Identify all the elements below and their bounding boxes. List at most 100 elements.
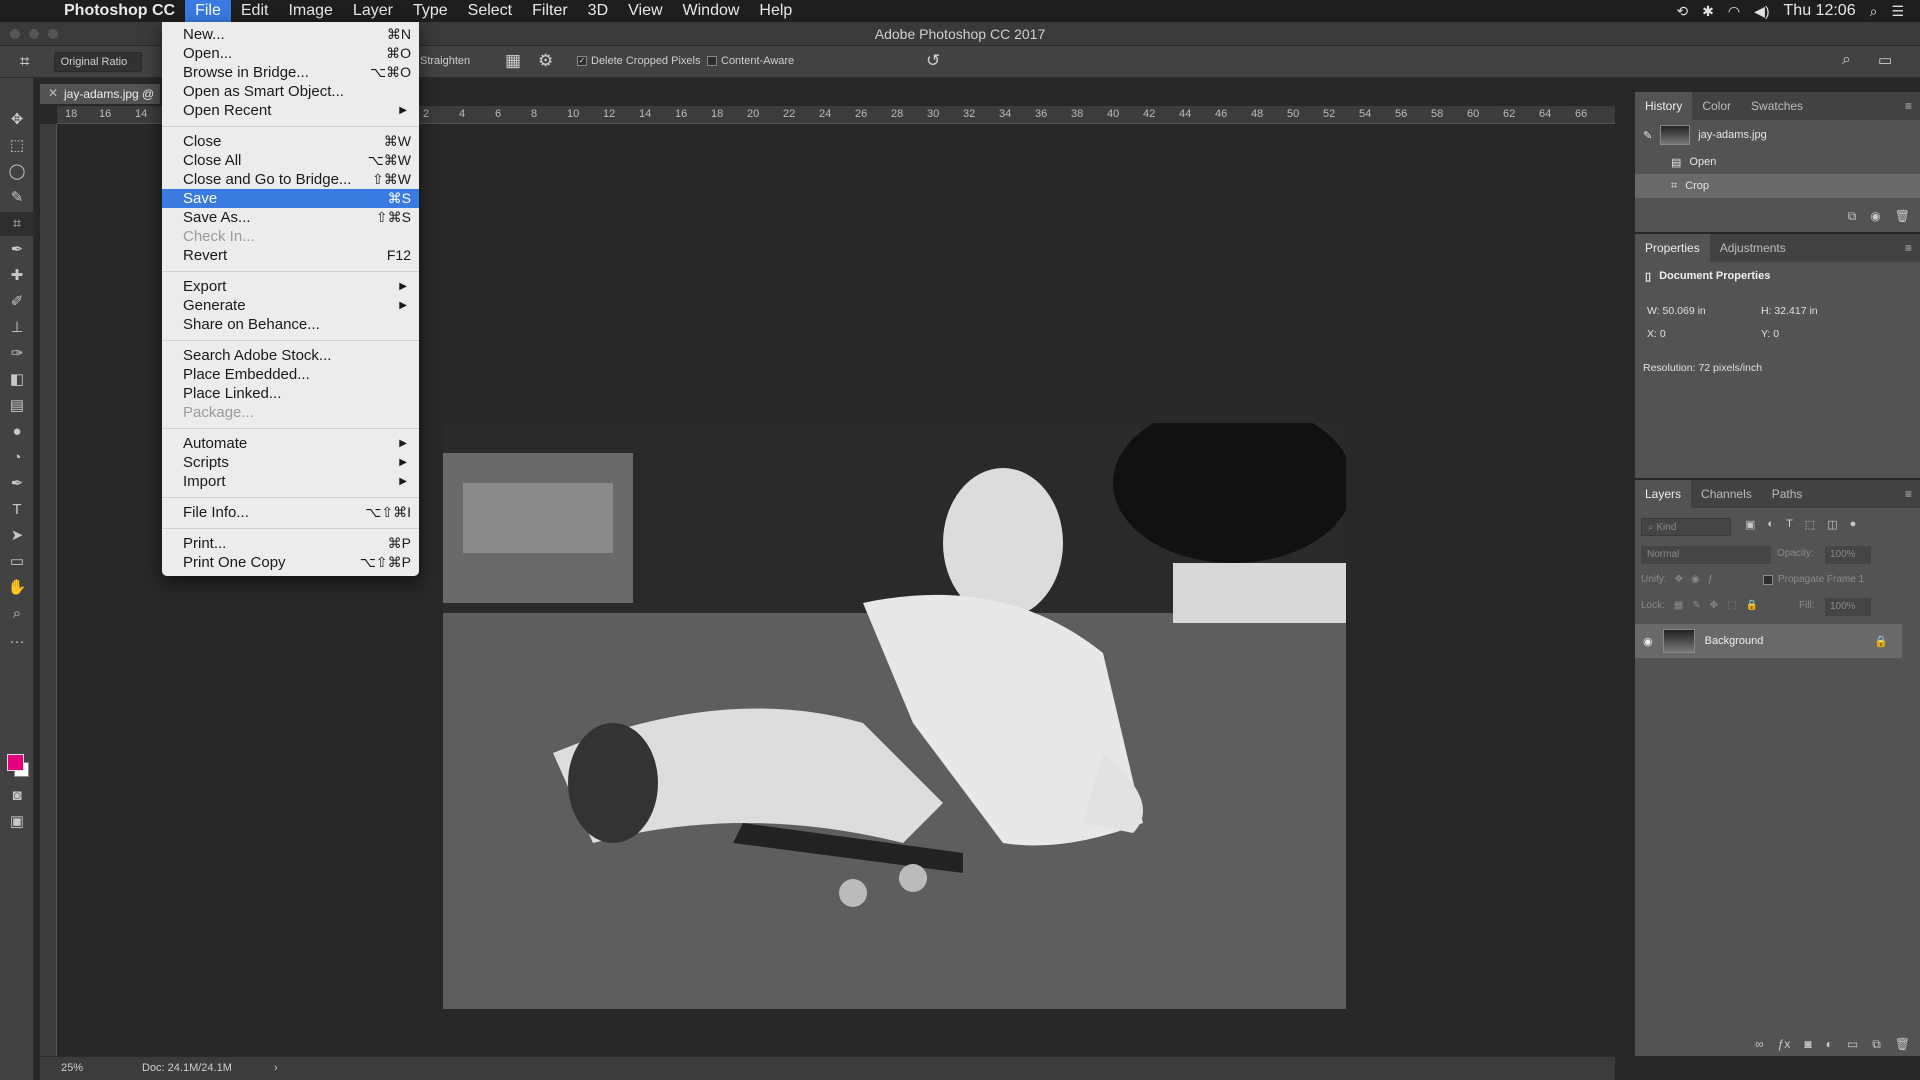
- clone-stamp-tool-icon[interactable]: ⊥: [0, 316, 34, 340]
- lock-position-icon[interactable]: ✥: [1710, 600, 1718, 611]
- history-state-open[interactable]: ▤ Open: [1635, 150, 1920, 174]
- panel-menu-icon[interactable]: ≡: [1905, 487, 1920, 501]
- document-tab[interactable]: ✕ jay-adams.jpg @: [40, 84, 160, 104]
- layer-row-background[interactable]: ◉ Background 🔒: [1635, 624, 1902, 658]
- adjustment-layer-icon[interactable]: ◐: [1826, 1037, 1833, 1052]
- adjustment-filter-icon[interactable]: ◐: [1767, 518, 1774, 531]
- new-group-icon[interactable]: ▭: [1847, 1037, 1858, 1052]
- menu-3d[interactable]: 3D: [578, 0, 618, 22]
- status-arrow-icon[interactable]: ›: [274, 1062, 278, 1074]
- blend-mode-select[interactable]: Normal: [1641, 546, 1771, 564]
- checkbox-unchecked-icon[interactable]: [707, 56, 717, 66]
- checkbox-checked-icon[interactable]: ✓: [577, 56, 587, 66]
- tab-adjustments[interactable]: Adjustments: [1710, 234, 1796, 262]
- fill-input[interactable]: 100%: [1825, 598, 1871, 616]
- unify-position-icon[interactable]: ✥: [1675, 574, 1683, 585]
- history-brush-source-icon[interactable]: ✎: [1643, 129, 1652, 142]
- file-menu-item-place-embedded[interactable]: Place Embedded...: [162, 365, 419, 384]
- path-selection-tool-icon[interactable]: ➤: [0, 524, 34, 548]
- trash-icon[interactable]: 🗑: [1895, 209, 1910, 224]
- new-layer-icon[interactable]: ⧉: [1872, 1037, 1881, 1052]
- eye-icon[interactable]: ◉: [1643, 635, 1653, 648]
- quick-selection-tool-icon[interactable]: ✎: [0, 186, 34, 210]
- layer-kind-filter[interactable]: ⌕ Kind: [1641, 518, 1731, 536]
- lock-pixels-icon[interactable]: ✎: [1692, 600, 1700, 611]
- menu-type[interactable]: Type: [403, 0, 458, 22]
- file-menu-item-automate[interactable]: Automate ▶: [162, 434, 419, 453]
- menu-help[interactable]: Help: [749, 0, 802, 22]
- camera-icon[interactable]: ◉: [1870, 209, 1880, 224]
- file-menu-item-generate[interactable]: Generate ▶: [162, 296, 419, 315]
- file-menu-item-scripts[interactable]: Scripts ▶: [162, 453, 419, 472]
- type-filter-icon[interactable]: T: [1786, 518, 1793, 531]
- file-menu-item-import[interactable]: Import ▶: [162, 472, 419, 491]
- notification-center-icon[interactable]: ☰: [1891, 3, 1904, 20]
- crop-settings-gear-icon[interactable]: ⚙: [538, 51, 553, 71]
- edit-toolbar-icon[interactable]: ···: [0, 630, 34, 654]
- overlay-grid-icon[interactable]: ▦: [505, 51, 521, 71]
- file-menu-item-export[interactable]: Export ▶: [162, 277, 419, 296]
- file-menu-item-place-linked[interactable]: Place Linked...: [162, 384, 419, 403]
- marquee-tool-icon[interactable]: ⬚: [0, 134, 34, 158]
- straighten-button[interactable]: Straighten: [420, 55, 470, 67]
- eyedropper-tool-icon[interactable]: ✒: [0, 238, 34, 262]
- crop-tool-preset-icon[interactable]: ⌗: [20, 52, 30, 72]
- panel-menu-icon[interactable]: ≡: [1905, 241, 1920, 255]
- quick-mask-icon[interactable]: ◙: [0, 784, 34, 808]
- opacity-input[interactable]: 100%: [1825, 546, 1871, 564]
- layer-name[interactable]: Background: [1705, 635, 1764, 647]
- file-menu-item-open-as-smart-object[interactable]: Open as Smart Object...: [162, 82, 419, 101]
- file-menu-item-print-one-copy[interactable]: Print One Copy ⌥⇧⌘P: [162, 553, 419, 572]
- tab-properties[interactable]: Properties: [1635, 234, 1710, 262]
- lock-icon[interactable]: 🔒: [1874, 635, 1902, 648]
- healing-brush-tool-icon[interactable]: ✚: [0, 264, 34, 288]
- eraser-tool-icon[interactable]: ◧: [0, 368, 34, 392]
- tab-history[interactable]: History: [1635, 92, 1693, 120]
- type-tool-icon[interactable]: T: [0, 498, 34, 522]
- unify-style-icon[interactable]: ƒ: [1708, 574, 1714, 585]
- tab-swatches[interactable]: Swatches: [1741, 92, 1813, 120]
- menu-view[interactable]: View: [618, 0, 672, 22]
- lock-all-icon[interactable]: 🔒: [1746, 600, 1758, 611]
- content-aware-checkbox[interactable]: Content-Aware: [707, 55, 794, 67]
- file-menu-item-save[interactable]: Save ⌘S: [162, 189, 419, 208]
- file-menu-item-new[interactable]: New... ⌘N: [162, 25, 419, 44]
- reset-crop-icon[interactable]: ↺: [926, 51, 940, 71]
- layer-style-icon[interactable]: ƒx: [1778, 1037, 1791, 1052]
- lock-transparent-icon[interactable]: ▦: [1674, 600, 1683, 611]
- menu-window[interactable]: Window: [673, 0, 750, 22]
- volume-icon[interactable]: ◀): [1754, 3, 1769, 20]
- move-tool-icon[interactable]: ✥: [0, 108, 34, 132]
- filter-toggle-icon[interactable]: ●: [1850, 518, 1857, 531]
- file-menu-item-open-recent[interactable]: Open Recent ▶: [162, 101, 419, 120]
- file-menu-item-close-all[interactable]: Close All ⌥⌘W: [162, 151, 419, 170]
- file-menu-item-search-adobe-stock[interactable]: Search Adobe Stock...: [162, 346, 419, 365]
- delete-cropped-pixels-checkbox[interactable]: ✓ Delete Cropped Pixels: [577, 55, 700, 67]
- panel-menu-icon[interactable]: ≡: [1905, 99, 1920, 113]
- lasso-tool-icon[interactable]: ◯: [0, 160, 34, 184]
- file-menu-item-print[interactable]: Print... ⌘P: [162, 534, 419, 553]
- tab-paths[interactable]: Paths: [1762, 480, 1813, 508]
- menu-app-name[interactable]: Photoshop CC: [54, 0, 185, 22]
- new-document-from-state-icon[interactable]: ⧉: [1848, 209, 1857, 224]
- bluetooth-icon[interactable]: ✱: [1702, 3, 1714, 20]
- history-snapshot[interactable]: ✎ jay-adams.jpg: [1635, 120, 1920, 150]
- file-menu-item-open[interactable]: Open... ⌘O: [162, 44, 419, 63]
- file-menu-item-revert[interactable]: Revert F12: [162, 246, 419, 265]
- menu-filter[interactable]: Filter: [522, 0, 578, 22]
- tab-layers[interactable]: Layers: [1635, 480, 1692, 508]
- brush-tool-icon[interactable]: ✐: [0, 290, 34, 314]
- zoom-tool-icon[interactable]: ⌕: [0, 602, 34, 626]
- menu-image[interactable]: Image: [278, 0, 342, 22]
- file-menu-item-close-and-go-to-bridge[interactable]: Close and Go to Bridge... ⇧⌘W: [162, 170, 419, 189]
- trash-icon[interactable]: 🗑: [1895, 1037, 1910, 1052]
- tab-channels[interactable]: Channels: [1691, 480, 1762, 508]
- link-layers-icon[interactable]: ∞: [1755, 1037, 1764, 1052]
- shape-filter-icon[interactable]: ⬚: [1805, 518, 1815, 531]
- history-state-crop[interactable]: ⌗ Crop: [1635, 174, 1920, 198]
- hand-tool-icon[interactable]: ✋: [0, 576, 34, 600]
- tab-color[interactable]: Color: [1692, 92, 1741, 120]
- rectangle-tool-icon[interactable]: ▭: [0, 550, 34, 574]
- lock-artboard-icon[interactable]: ⬚: [1727, 600, 1736, 611]
- clock[interactable]: Thu 12:06: [1784, 2, 1856, 20]
